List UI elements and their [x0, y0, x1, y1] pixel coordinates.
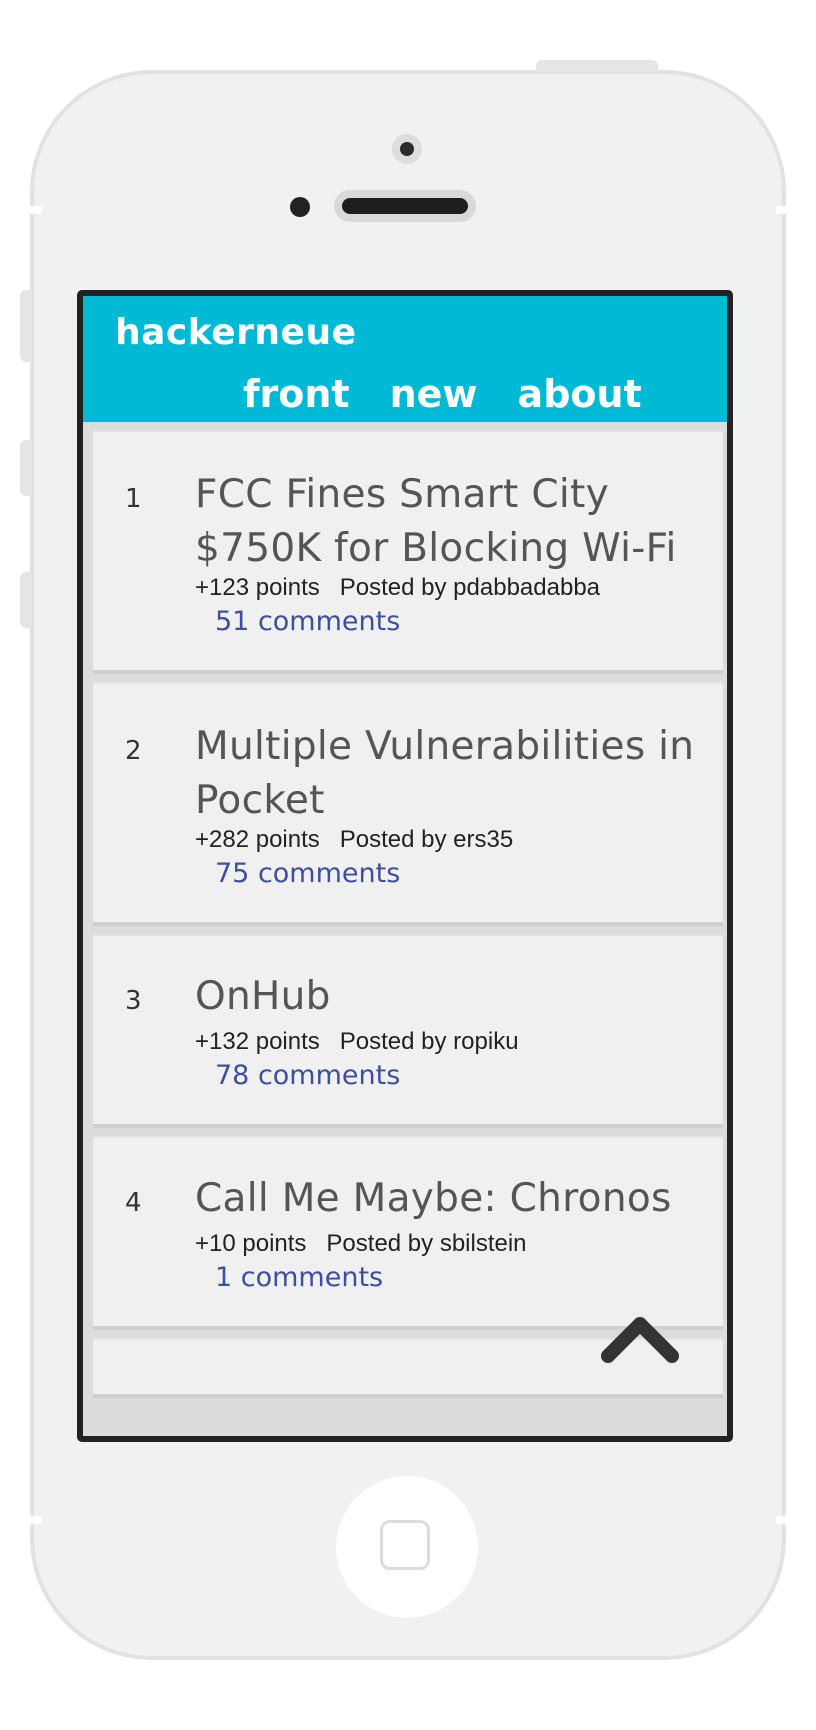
- story-meta: +282 points Posted by ers35: [195, 826, 513, 854]
- story-card: 1 FCC Fines Smart City $750K for Blockin…: [93, 430, 723, 674]
- story-comments-link[interactable]: 51 comments: [215, 606, 400, 637]
- story-author: Posted by pdabbadabba: [339, 574, 601, 601]
- app-header: hackerneue front new about: [83, 296, 727, 422]
- story-rank: 1: [125, 484, 142, 514]
- story-points: +10 points: [195, 1230, 307, 1257]
- phone-screen: hackerneue front new about 1 FCC Fines S…: [77, 290, 733, 1442]
- proximity-sensor-icon: [290, 197, 310, 217]
- story-points: +282 points: [195, 826, 320, 853]
- story-rank: 3: [125, 986, 142, 1016]
- earpiece-speaker-icon: [334, 190, 476, 222]
- volume-up-button: [20, 440, 32, 496]
- story-rank: 2: [125, 736, 142, 766]
- nav-front[interactable]: front: [243, 372, 350, 416]
- top-nav: front new about: [243, 372, 642, 416]
- story-meta: +10 points Posted by sbilstein: [195, 1230, 527, 1258]
- power-button: [536, 60, 658, 72]
- story-card: 3 OnHub +132 points Posted by ropiku 78 c…: [93, 934, 723, 1128]
- antenna-line: [776, 206, 788, 214]
- volume-down-button: [20, 572, 32, 628]
- story-rank: 4: [125, 1188, 142, 1218]
- story-title[interactable]: FCC Fines Smart City $750K for Blocking …: [195, 468, 695, 576]
- story-meta: +132 points Posted by ropiku: [195, 1028, 519, 1056]
- story-title[interactable]: Multiple Vulnerabilities in Pocket: [195, 720, 695, 828]
- antenna-line: [30, 206, 42, 214]
- mute-switch: [20, 290, 32, 362]
- story-card: 2 Multiple Vulnerabilities in Pocket +28…: [93, 682, 723, 926]
- home-button[interactable]: [336, 1476, 478, 1618]
- nav-new[interactable]: new: [390, 372, 478, 416]
- story-points: +132 points: [195, 1028, 320, 1055]
- story-comments-link[interactable]: 78 comments: [215, 1060, 400, 1091]
- antenna-line: [776, 1516, 788, 1524]
- story-title[interactable]: Call Me Maybe: Chronos: [195, 1172, 695, 1226]
- story-comments-link[interactable]: 1 comments: [215, 1262, 383, 1293]
- story-comments-link[interactable]: 75 comments: [215, 858, 400, 889]
- chevron-up-icon: [601, 1317, 679, 1363]
- story-points: +123 points: [195, 574, 320, 601]
- brand-logo[interactable]: hackerneue: [115, 312, 357, 353]
- antenna-line: [30, 1516, 42, 1524]
- story-meta: +123 points Posted by pdabbadabba: [195, 574, 600, 602]
- scroll-to-top-button[interactable]: [600, 1310, 680, 1366]
- story-author: Posted by ers35: [339, 826, 514, 853]
- story-feed: 1 FCC Fines Smart City $750K for Blockin…: [83, 422, 727, 1436]
- story-card: 4 Call Me Maybe: Chronos +10 points Poste…: [93, 1136, 723, 1330]
- nav-about[interactable]: about: [518, 372, 642, 416]
- story-author: Posted by ropiku: [339, 1028, 519, 1055]
- story-title[interactable]: OnHub: [195, 970, 695, 1024]
- story-author: Posted by sbilstein: [326, 1230, 527, 1257]
- front-camera-icon: [392, 134, 422, 164]
